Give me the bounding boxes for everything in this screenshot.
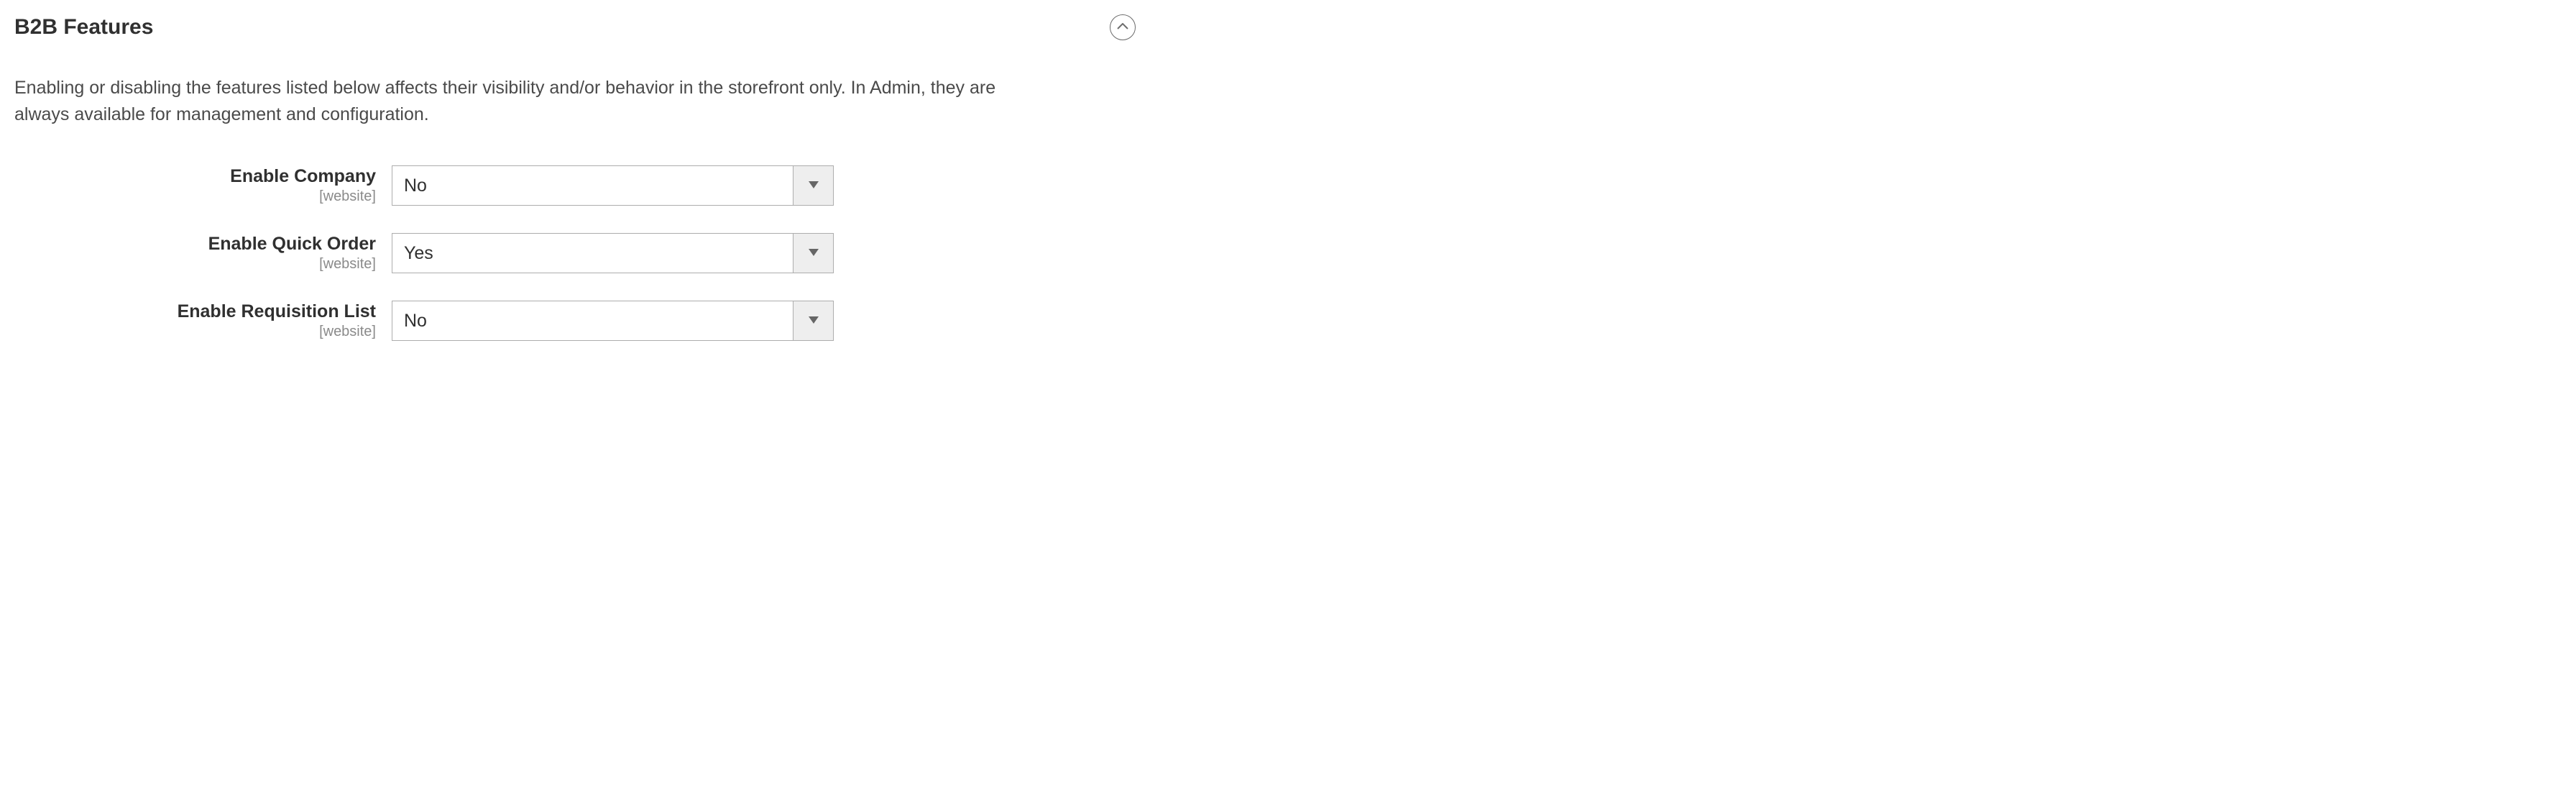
field-label-block: Enable Quick Order [website] (14, 233, 392, 273)
field-label-enable-quick-order: Enable Quick Order (14, 233, 376, 255)
enable-quick-order-select[interactable]: Yes (392, 233, 834, 273)
field-label-enable-company: Enable Company (14, 165, 376, 187)
chevron-up-icon (1117, 21, 1128, 34)
enable-company-select[interactable]: No (392, 165, 834, 206)
field-scope-enable-company: [website] (14, 188, 376, 205)
dropdown-arrow (793, 301, 833, 340)
enable-requisition-list-value: No (392, 301, 793, 340)
b2b-features-section: B2B Features Enabling or disabling the f… (14, 14, 1136, 341)
field-row-enable-company: Enable Company [website] No (14, 165, 1136, 206)
dropdown-arrow (793, 234, 833, 273)
section-header: B2B Features (14, 14, 1136, 40)
field-scope-enable-quick-order: [website] (14, 256, 376, 273)
field-scope-enable-requisition-list: [website] (14, 324, 376, 340)
section-title: B2B Features (14, 15, 153, 40)
field-label-enable-requisition-list: Enable Requisition List (14, 301, 376, 322)
fields-container: Enable Company [website] No Enable Quick… (14, 165, 1136, 341)
chevron-down-icon (809, 179, 819, 192)
field-row-enable-requisition-list: Enable Requisition List [website] No (14, 301, 1136, 341)
enable-company-value: No (392, 166, 793, 205)
chevron-down-icon (809, 247, 819, 260)
enable-requisition-list-select[interactable]: No (392, 301, 834, 341)
chevron-down-icon (809, 314, 819, 327)
section-description: Enabling or disabling the features liste… (14, 75, 1006, 128)
field-row-enable-quick-order: Enable Quick Order [website] Yes (14, 233, 1136, 273)
collapse-toggle-button[interactable] (1110, 14, 1136, 40)
field-label-block: Enable Requisition List [website] (14, 301, 392, 340)
enable-quick-order-value: Yes (392, 234, 793, 273)
field-label-block: Enable Company [website] (14, 165, 392, 205)
dropdown-arrow (793, 166, 833, 205)
